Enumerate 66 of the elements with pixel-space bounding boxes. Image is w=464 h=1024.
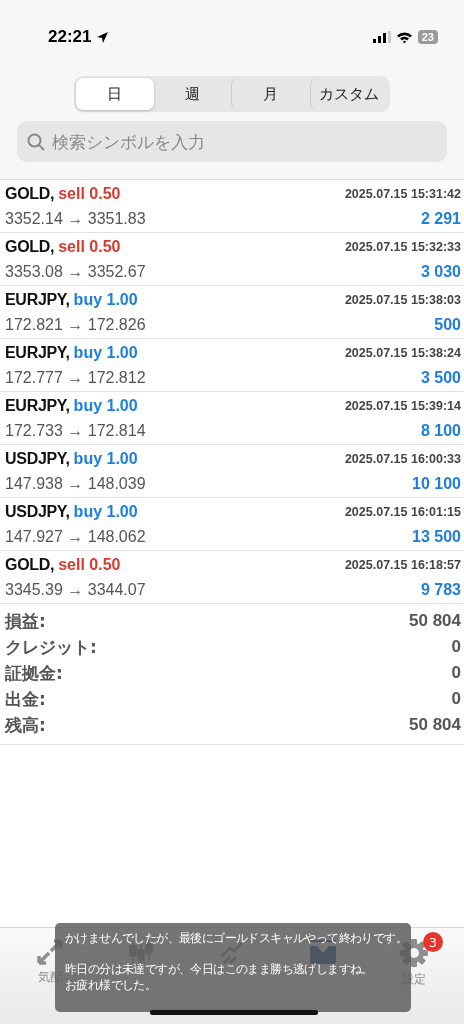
- order-label: buy 1.00: [73, 449, 138, 469]
- trade-time: 2025.07.15 16:18:57: [344, 557, 461, 574]
- notification-badge: 3: [422, 932, 443, 952]
- search-icon: [27, 133, 45, 151]
- profit-value: 500: [433, 315, 461, 335]
- profit-value: 8 100: [419, 421, 461, 441]
- caption-text: かけませんでしたが、最後にゴールドスキャルやって終わりです。: [65, 930, 401, 946]
- order-label: buy 1.00: [73, 502, 138, 522]
- summary-value: 0: [451, 663, 461, 683]
- signal-icon: [372, 31, 391, 43]
- search-field[interactable]: 検索シンボルを入力: [17, 121, 447, 162]
- trade-time: 2025.07.15 16:00:33: [344, 451, 461, 468]
- profit-value: 3 030: [419, 262, 461, 282]
- battery-level: 23: [417, 30, 438, 44]
- profit-value: 13 500: [411, 527, 461, 547]
- wifi-icon: [395, 30, 413, 44]
- summary-label: クレジット:: [5, 635, 97, 659]
- price-range: 3353.08 → 3352.67: [5, 262, 147, 282]
- caption-text: 昨日の分は未達ですが、今日はこのまま勝ち逃げしますね。: [65, 961, 374, 977]
- summary-label: 残高:: [5, 713, 46, 737]
- price-range: 3345.39 → 3344.07: [5, 580, 147, 600]
- trade-time: 2025.07.15 15:32:33: [344, 239, 461, 256]
- profit-value: 2 291: [419, 209, 461, 229]
- caption-text: お疲れ様でした。: [65, 977, 158, 993]
- profit-value: 9 783: [419, 580, 461, 600]
- summary-label: 出金:: [5, 687, 46, 711]
- price-range: 172.821 → 172.826: [5, 315, 147, 335]
- trade-time: 2025.07.15 15:38:03: [344, 292, 461, 309]
- summary-value: 0: [451, 689, 461, 709]
- order-label: buy 1.00: [73, 343, 138, 363]
- summary-value: 50 804: [409, 611, 461, 631]
- trade-time: 2025.07.15 15:31:42: [344, 186, 461, 203]
- price-range: 147.927 → 148.062: [5, 527, 147, 547]
- summary-label: 証拠金:: [5, 661, 63, 685]
- summary-label: 損益:: [5, 609, 46, 633]
- order-label: sell 0.50: [58, 184, 121, 204]
- price-range: 172.733 → 172.814: [5, 421, 147, 441]
- price-range: 3352.14 → 3351.83: [5, 209, 147, 229]
- order-label: buy 1.00: [73, 290, 138, 310]
- period-tab[interactable]: 日: [76, 78, 154, 110]
- clock-time: 22:21: [48, 27, 92, 47]
- period-tab[interactable]: カスタム: [309, 78, 388, 110]
- profit-value: 10 100: [411, 474, 461, 494]
- summary-value: 0: [451, 637, 461, 657]
- trade-time: 2025.07.15 15:39:14: [344, 398, 461, 415]
- order-label: sell 0.50: [58, 555, 121, 575]
- symbol-label: EURJPY,: [5, 343, 70, 363]
- profit-value: 3 500: [419, 368, 461, 388]
- symbol-label: GOLD,: [5, 184, 55, 204]
- period-tab[interactable]: 月: [231, 78, 310, 110]
- symbol-label: EURJPY,: [5, 396, 70, 416]
- price-range: 172.777 → 172.812: [5, 368, 147, 388]
- location-arrow-icon: [96, 30, 110, 44]
- symbol-label: EURJPY,: [5, 290, 70, 310]
- period-tab[interactable]: 週: [153, 78, 231, 110]
- symbol-label: GOLD,: [5, 555, 55, 575]
- price-range: 147.938 → 148.039: [5, 474, 147, 494]
- order-label: buy 1.00: [73, 396, 138, 416]
- home-indicator[interactable]: [150, 1010, 318, 1015]
- order-label: sell 0.50: [58, 237, 121, 257]
- symbol-label: USDJPY,: [5, 449, 70, 469]
- symbol-label: GOLD,: [5, 237, 55, 257]
- trade-time: 2025.07.15 16:01:15: [344, 504, 461, 521]
- symbol-label: USDJPY,: [5, 502, 70, 522]
- summary-value: 50 804: [409, 715, 461, 735]
- trade-time: 2025.07.15 15:38:24: [344, 345, 461, 362]
